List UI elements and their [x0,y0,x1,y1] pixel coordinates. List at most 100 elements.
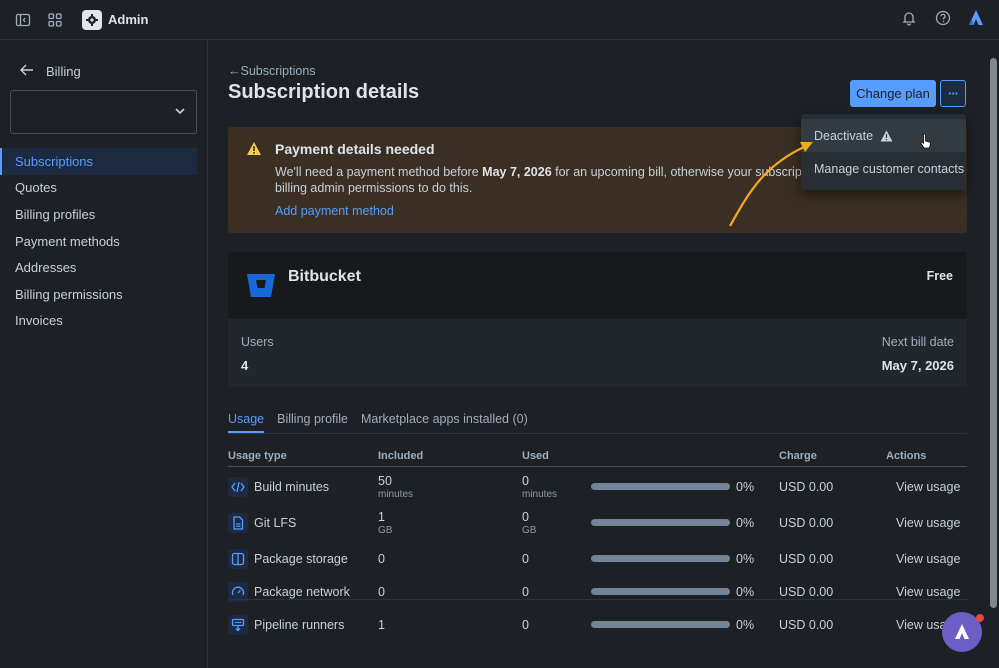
charge-value: USD 0.00 [779,480,834,494]
used-amount: 0 [522,510,529,524]
sidebar-toggle-icon[interactable] [12,9,34,31]
view-usage-link[interactable]: View usage [896,516,960,530]
included-unit: GB [378,525,393,536]
included-amount: 0 [378,585,385,599]
users-value: 4 [241,358,249,373]
usage-progress-bar [591,483,730,490]
product-name: Bitbucket [288,268,361,285]
usage-percent: 0% [736,480,755,494]
usage-type-name: Package storage [254,552,348,566]
usage-type-name: Git LFS [254,516,297,530]
included-amount: 0 [378,552,385,566]
banner-text: billing admin permissions to do this. [275,181,473,195]
more-actions-menu: Deactivate Manage customer contacts [801,114,966,190]
warning-icon [246,141,262,159]
scrollbar[interactable] [990,58,997,608]
app-switcher-icon[interactable] [44,9,66,31]
tab-marketplace-apps[interactable]: Marketplace apps installed (0) [361,412,528,433]
more-actions-button[interactable]: ··· [940,80,966,107]
sidebar-item-label: Quotes [15,180,57,196]
usage-type-name: Package network [254,585,350,599]
view-usage-link[interactable]: View usa [896,618,947,632]
usage-percent: 0% [736,552,755,566]
app-name: Admin [108,12,149,27]
back-to-billing-link[interactable]: Billing [0,40,207,86]
sidebar-item-subscriptions[interactable]: Subscriptions [0,148,197,175]
notifications-bell-icon[interactable] [901,10,917,29]
used-amount: 0 [522,474,529,488]
page-title: Subscription details [228,81,420,103]
charge-value: USD 0.00 [779,618,834,632]
used-value: 0 minutes [522,474,557,500]
pointer-cursor-icon [920,133,932,153]
column-header: Charge [779,450,817,462]
product-card-header: Bitbucket Free [228,252,967,319]
sidebar-item-billing-profiles[interactable]: Billing profiles [0,201,207,228]
usage-percent: 0% [736,516,755,530]
sidebar-item-label: Payment methods [15,233,120,249]
tab-billing-profile[interactable]: Billing profile [277,412,348,433]
used-unit: GB [522,525,537,536]
banner-title: Payment details needed [275,141,435,157]
chevron-down-icon [174,105,186,120]
usage-progress-bar [591,555,730,562]
sidebar-item-invoices[interactable]: Invoices [0,308,207,335]
plan-badge: Free [926,269,953,283]
included-amount: 1 [378,510,385,524]
help-icon[interactable] [935,10,951,29]
used-value: 0 GB [522,510,536,536]
usage-progress-bar [591,621,730,628]
table-row: Git LFS 1 GB 0 GB 0% USD 0.00 View usage [228,510,967,547]
menu-item-label: Deactivate [814,128,874,143]
column-header: Used [522,450,549,462]
sidebar-item-label: Addresses [15,260,77,276]
included-unit: minutes [378,489,414,500]
notification-dot [976,614,984,622]
sidebar-item-quotes[interactable]: Quotes [0,175,207,202]
change-plan-button[interactable]: Change plan [850,80,936,107]
used-amount: 0 [522,618,529,632]
site-selector-dropdown[interactable] [10,90,197,134]
next-bill-label: Next bill date [881,335,954,349]
package-icon [228,549,248,569]
menu-item-manage-customer-contacts[interactable]: Manage customer contacts [801,152,966,185]
table-row: Build minutes 50 minutes 0 minutes 0% USD … [228,474,967,511]
usage-percent: 0% [736,618,755,632]
subscription-tabs: Usage Billing profile Marketplace apps i… [228,412,967,434]
banner-text: We'll need a payment method before [275,165,483,179]
atlassian-assistant-button[interactable] [942,612,984,652]
product-card-details: Users 4 Next bill date May 7, 2026 [228,319,967,386]
column-header: Actions [886,450,927,462]
admin-home-link[interactable]: Admin [82,9,149,30]
usage-progress-bar [591,588,730,595]
usage-progress-bar [591,519,730,526]
view-usage-link[interactable]: View usage [896,480,960,494]
tab-usage[interactable]: Usage [228,412,265,433]
included-value: 0 [378,552,385,566]
charge-value: USD 0.00 [779,585,834,599]
arrow-left-icon [20,64,34,79]
charge-value: USD 0.00 [779,516,834,530]
add-payment-method-link[interactable]: Add payment method [275,204,394,218]
gear-icon [82,9,102,30]
table-row: Package storage 0 0 0% USD 0.00 View usa… [228,549,967,583]
view-usage-link[interactable]: View usage [896,585,960,599]
used-unit: minutes [522,489,558,500]
sidebar-item-addresses[interactable]: Addresses [0,254,207,281]
atlassian-logo-icon[interactable] [967,9,985,30]
column-header: Included [378,450,424,462]
usage-percent: 0% [736,585,755,599]
usage-type-name: Build minutes [254,480,330,494]
column-header: Usage type [228,450,287,462]
sidebar-item-payment-methods[interactable]: Payment methods [0,228,207,255]
breadcrumb-subscriptions[interactable]: ←Subscriptions [228,64,316,78]
view-usage-link[interactable]: View usage [896,552,960,566]
atlassian-logo-icon [955,624,969,639]
menu-item-deactivate[interactable]: Deactivate [801,119,966,152]
sidebar-item-billing-permissions[interactable]: Billing permissions [0,281,207,308]
banner-description: We'll need a payment method before May 7… [275,164,835,196]
banner-text: for an upcoming bill, otherwise your sub… [551,165,835,179]
top-navigation-bar: Admin [0,0,999,40]
usage-type-name: Pipeline runners [254,618,345,632]
used-amount: 0 [522,552,529,566]
